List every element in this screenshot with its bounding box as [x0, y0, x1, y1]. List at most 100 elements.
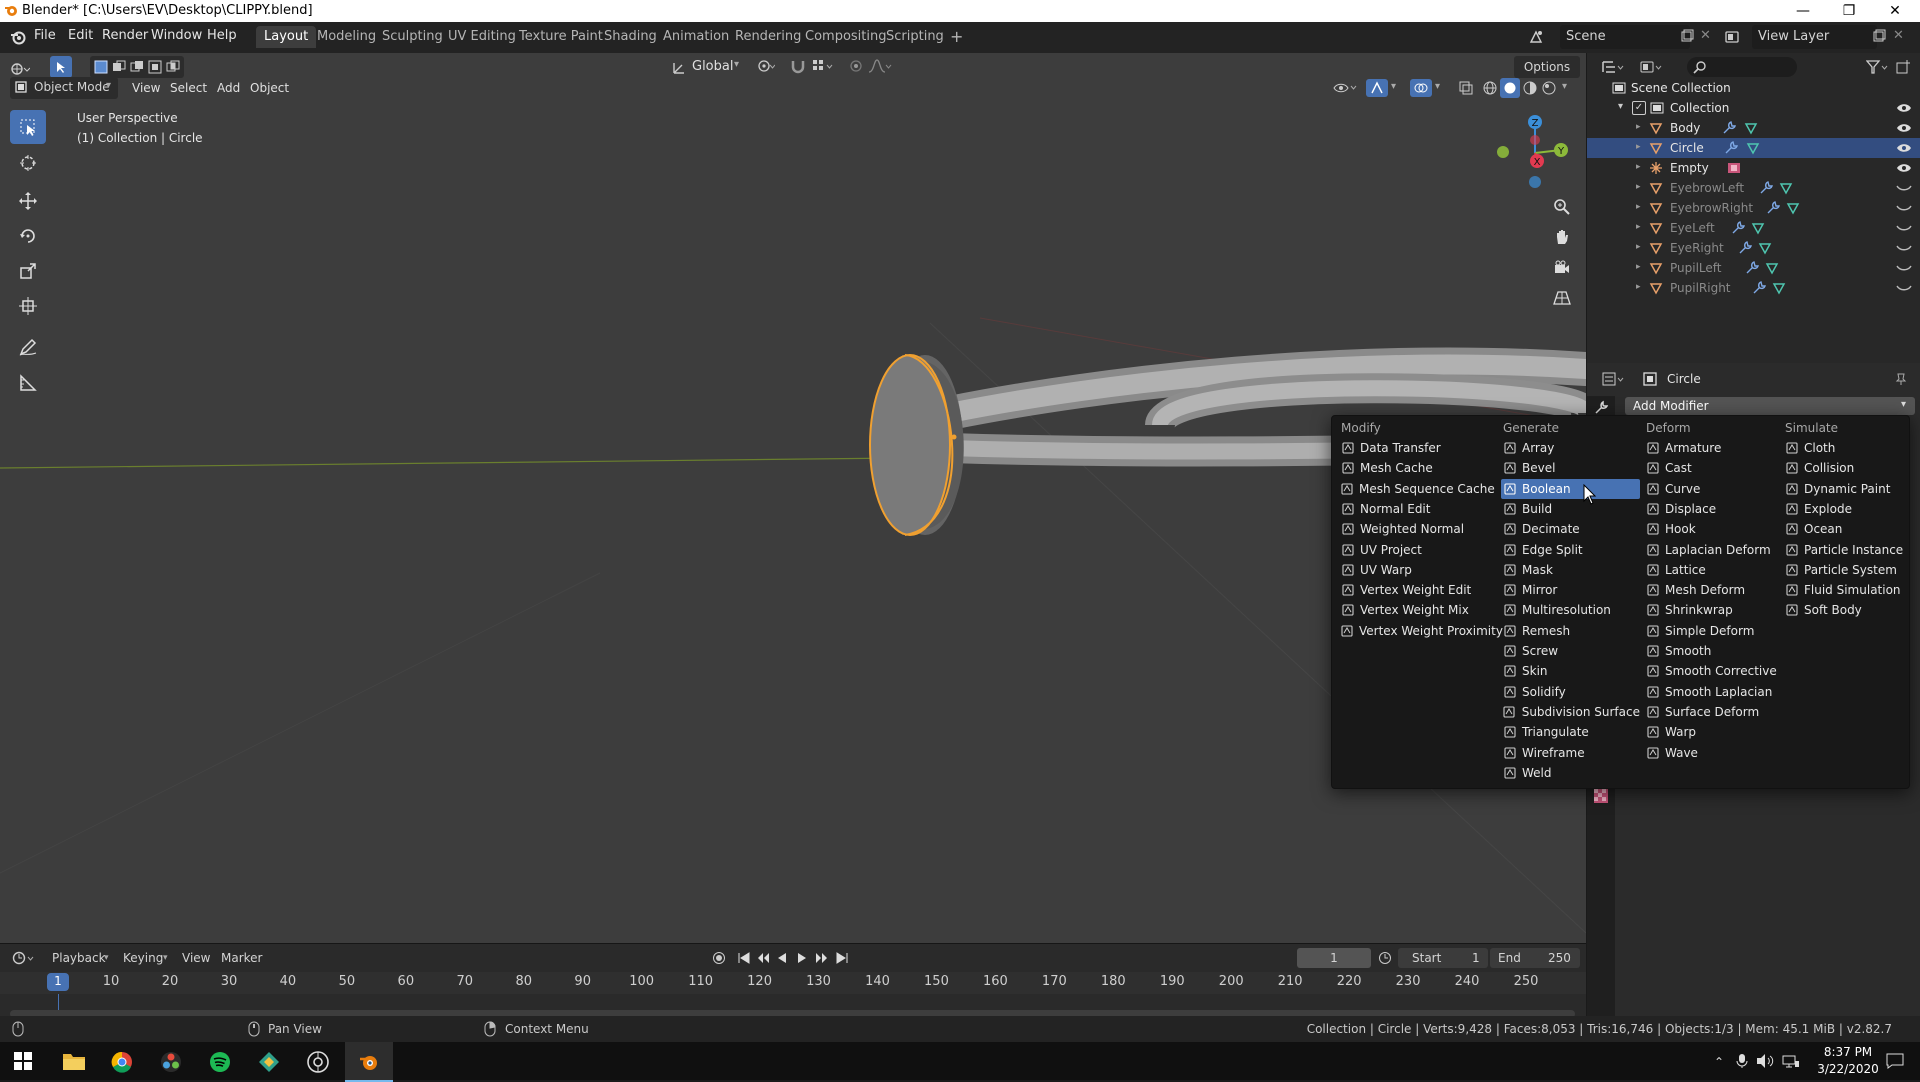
modifier-uv-warp[interactable]: UV Warp — [1339, 560, 1493, 580]
tool-scale[interactable] — [10, 254, 46, 288]
zoom-view-icon[interactable] — [1548, 193, 1576, 221]
modifier-wrench-icon[interactable] — [1724, 141, 1738, 155]
new-collection-icon[interactable] — [1895, 59, 1911, 75]
mesh-data-icon[interactable] — [1786, 201, 1800, 215]
modifier-particle-system[interactable]: Particle System — [1783, 560, 1905, 580]
overlays-toggle-icon[interactable] — [1410, 79, 1432, 97]
shading-rendered-icon[interactable] — [1541, 80, 1557, 96]
eye-icon[interactable] — [1896, 162, 1912, 174]
modifier-explode[interactable]: Explode — [1783, 499, 1905, 519]
modifier-curve[interactable]: Curve — [1644, 479, 1780, 499]
view-layer-icon[interactable] — [1724, 29, 1740, 45]
modifier-collision[interactable]: Collision — [1783, 458, 1905, 478]
modifier-smooth-laplacian[interactable]: Smooth Laplacian — [1644, 682, 1780, 702]
modifier-array[interactable]: Array — [1501, 438, 1640, 458]
blender-menu-icon[interactable] — [10, 29, 26, 45]
modifier-edge-split[interactable]: Edge Split — [1501, 540, 1640, 560]
view-layer-field[interactable]: View Layer — [1752, 25, 1877, 49]
add-modifier-dropdown[interactable]: Add Modifier ▾ — [1625, 397, 1915, 415]
modifier-multiresolution[interactable]: Multiresolution — [1501, 600, 1640, 620]
modifier-mirror[interactable]: Mirror — [1501, 580, 1640, 600]
eye-closed-icon[interactable] — [1896, 183, 1912, 193]
editor-type-icon[interactable] — [10, 61, 30, 77]
viewport-menu-object[interactable]: Object — [250, 77, 289, 99]
current-frame-field[interactable]: 1 — [1297, 948, 1371, 968]
tool-rotate[interactable] — [10, 219, 46, 253]
modifier-boolean[interactable]: Boolean — [1501, 478, 1640, 499]
expand-arrow-icon[interactable]: ▸ — [1636, 222, 1641, 232]
modifier-normal-edit[interactable]: Normal Edit — [1339, 499, 1493, 519]
modifier-triangulate[interactable]: Triangulate — [1501, 722, 1640, 742]
preview-range-clock-icon[interactable] — [1378, 951, 1392, 965]
jump-to-keyframe-forward-icon[interactable] — [815, 951, 829, 965]
xray-toggle-icon[interactable] — [1458, 80, 1474, 96]
modifier-wrench-icon[interactable] — [1722, 121, 1736, 135]
modifier-uv-project[interactable]: UV Project — [1339, 540, 1493, 560]
tab-modeling[interactable]: Modeling — [309, 26, 384, 48]
modifier-wrench-icon[interactable] — [1727, 161, 1741, 175]
modifier-wave[interactable]: Wave — [1644, 743, 1780, 763]
proportional-falloff-icon[interactable] — [868, 58, 892, 74]
scene-field[interactable]: Scene — [1560, 25, 1690, 49]
snap-magnet-icon[interactable] — [790, 58, 806, 74]
collection-checkbox[interactable]: ✓ — [1632, 101, 1646, 115]
add-workspace-button[interactable]: + — [942, 26, 971, 48]
modifier-displace[interactable]: Displace — [1644, 499, 1780, 519]
modifier-surface-deform[interactable]: Surface Deform — [1644, 702, 1780, 722]
chevron-down-icon[interactable]: ▾ — [1391, 81, 1396, 92]
windows-start-icon[interactable] — [14, 1052, 32, 1070]
modifier-simple-deform[interactable]: Simple Deform — [1644, 621, 1780, 641]
modifier-wrench-icon[interactable] — [1731, 221, 1745, 235]
tray-chevron-up-icon[interactable]: ⌃ — [1714, 1055, 1724, 1069]
chevron-down-icon[interactable]: ▾ — [1562, 81, 1567, 92]
eye-icon[interactable] — [1896, 102, 1912, 114]
tab-layout[interactable]: Layout — [256, 26, 317, 48]
expand-arrow-icon[interactable]: ▸ — [1636, 262, 1641, 272]
timeline-menu-keying[interactable]: Keying — [123, 951, 163, 965]
play-reverse-icon[interactable] — [775, 951, 789, 965]
chrome-icon[interactable] — [111, 1051, 133, 1073]
menu-help[interactable]: Help — [207, 28, 237, 43]
outliner-row-eyebrowright[interactable]: ▸ EyebrowRight — [1587, 198, 1920, 218]
notifications-icon[interactable] — [1886, 1053, 1904, 1069]
texture-checker-icon[interactable] — [1593, 788, 1609, 804]
new-scene-icon[interactable] — [1680, 29, 1694, 43]
options-dropdown[interactable]: Options — [1514, 56, 1580, 78]
modifier-smooth[interactable]: Smooth — [1644, 641, 1780, 661]
navigation-gizmo[interactable]: Z Y X — [1490, 110, 1570, 190]
remove-view-layer-icon[interactable]: ✕ — [1893, 28, 1904, 43]
tool-transform[interactable] — [10, 289, 46, 323]
modifier-wrench-icon[interactable] — [1752, 281, 1766, 295]
mesh-data-icon[interactable] — [1758, 241, 1772, 255]
modifier-build[interactable]: Build — [1501, 499, 1640, 519]
collapse-arrow-icon[interactable]: ▾ — [1618, 101, 1623, 112]
expand-arrow-icon[interactable]: ▸ — [1636, 202, 1641, 212]
menu-render[interactable]: Render — [102, 28, 148, 43]
expand-arrow-icon[interactable]: ▸ — [1636, 242, 1641, 252]
gitkraken-icon[interactable] — [258, 1051, 280, 1073]
davinci-resolve-icon[interactable] — [160, 1051, 182, 1073]
viewport-menu-select[interactable]: Select — [170, 77, 207, 99]
timeline-ruler[interactable]: 1102030405060708090100110120130140150160… — [0, 972, 1586, 994]
modifier-cloth[interactable]: Cloth — [1783, 438, 1905, 458]
tab-animation[interactable]: Animation — [655, 26, 737, 48]
pan-view-hand-icon[interactable] — [1548, 223, 1576, 251]
modifier-vertex-weight-edit[interactable]: Vertex Weight Edit — [1339, 580, 1493, 600]
timeline-menu-playback[interactable]: Playback — [52, 951, 106, 965]
eye-closed-icon[interactable] — [1896, 223, 1912, 233]
modifier-vertex-weight-proximity[interactable]: Vertex Weight Proximity — [1339, 621, 1503, 641]
new-view-layer-icon[interactable] — [1872, 29, 1886, 43]
file-explorer-icon[interactable] — [62, 1050, 86, 1072]
outliner-search-input[interactable] — [1687, 57, 1797, 77]
outliner-row-eyeleft[interactable]: ▸ EyeLeft — [1587, 218, 1920, 238]
camera-view-icon[interactable] — [1548, 254, 1576, 282]
modifier-wrench-icon[interactable] — [1745, 261, 1759, 275]
modifier-warp[interactable]: Warp — [1644, 722, 1780, 742]
expand-arrow-icon[interactable]: ▸ — [1636, 142, 1641, 152]
snap-increment-icon[interactable] — [812, 58, 834, 74]
timeline-menu-marker[interactable]: Marker — [221, 951, 262, 965]
modifier-shrinkwrap[interactable]: Shrinkwrap — [1644, 600, 1780, 620]
mesh-data-icon[interactable] — [1765, 261, 1779, 275]
outliner-row-pupilright[interactable]: ▸ PupilRight — [1587, 278, 1920, 298]
modifier-vertex-weight-mix[interactable]: Vertex Weight Mix — [1339, 600, 1493, 620]
